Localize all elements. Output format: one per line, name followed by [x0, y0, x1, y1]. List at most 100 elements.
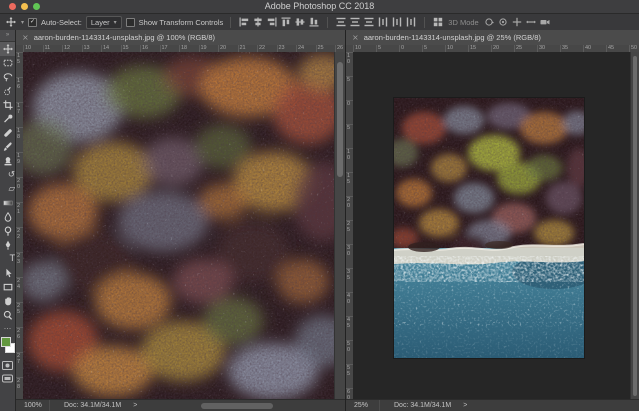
- options-bar: ▾ ✓ Auto-Select: Layer ▾ Show Transform …: [0, 14, 639, 31]
- close-tab-icon[interactable]: ×: [22, 34, 29, 42]
- close-tab-icon[interactable]: ×: [352, 34, 359, 42]
- ruler-number: 27: [16, 352, 23, 377]
- edit-toolbar-ellipsis[interactable]: …: [0, 322, 15, 333]
- zoom-level-field[interactable]: 100%: [16, 400, 50, 411]
- title-bar: Adobe Photoshop CC 2018: [0, 0, 639, 14]
- document-pane-100: × aaron-burden-1143314-unsplash.jpg @ 10…: [16, 30, 346, 411]
- icon-align-right-edges[interactable]: [266, 16, 278, 28]
- tool-clone-stamp[interactable]: [0, 154, 15, 168]
- status-chevron-icon[interactable]: >: [121, 402, 137, 409]
- tool-quick-selection[interactable]: [0, 84, 15, 98]
- ruler-number: 20: [218, 45, 238, 52]
- distribute-spacing-icon[interactable]: [432, 16, 444, 28]
- ruler-number: 20: [16, 177, 23, 202]
- icon-distribute-bottom-edges[interactable]: [363, 16, 375, 28]
- ruler-number: 19: [199, 45, 219, 52]
- document-canvas-25[interactable]: [353, 52, 631, 400]
- tool-gradient[interactable]: [0, 196, 15, 210]
- ruler-number: 24: [16, 277, 23, 302]
- tool-history-brush[interactable]: ↺: [0, 168, 15, 182]
- ruler-number: 25: [316, 45, 336, 52]
- foreground-color-swatch[interactable]: [1, 337, 11, 347]
- ruler-number: 15: [346, 172, 353, 196]
- icon-3d-pan[interactable]: [511, 16, 523, 28]
- color-swatches: [0, 335, 15, 359]
- icon-3d-roll[interactable]: [497, 16, 509, 28]
- tool-path-selection[interactable]: [0, 266, 15, 280]
- ruler-number: 23: [277, 45, 297, 52]
- tool-lasso[interactable]: [0, 70, 15, 84]
- ruler-number: 22: [257, 45, 277, 52]
- ruler-number: 20: [491, 45, 514, 52]
- tool-rectangular-marquee[interactable]: [0, 56, 15, 70]
- ruler-number: 16: [140, 45, 160, 52]
- tool-eraser[interactable]: ▱: [0, 182, 15, 196]
- icon-distribute-right-edges[interactable]: [405, 16, 417, 28]
- options-separator: [424, 17, 425, 28]
- ruler-number: 24: [296, 45, 316, 52]
- zoom-level-field[interactable]: 25%: [346, 400, 380, 411]
- icon-distribute-left-edges[interactable]: [377, 16, 389, 28]
- icon-distribute-vertical-centers[interactable]: [349, 16, 361, 28]
- horizontal-scrollbar-thumb[interactable]: [201, 403, 273, 409]
- tool-crop[interactable]: [0, 98, 15, 112]
- status-chevron-icon[interactable]: >: [451, 402, 467, 409]
- tool-spot-healing-brush[interactable]: [0, 126, 15, 140]
- ruler-number: 11: [43, 45, 63, 52]
- photo-forest-lake-25: [394, 98, 584, 358]
- icon-align-bottom-edges[interactable]: [308, 16, 320, 28]
- ruler-number: 55: [346, 364, 353, 388]
- ruler-number: 45: [346, 316, 353, 340]
- tool-brush[interactable]: [0, 140, 15, 154]
- tools-panel-collapse[interactable]: »: [0, 30, 15, 42]
- icon-align-top-edges[interactable]: [280, 16, 292, 28]
- tools-panel: » ↺▱ T …: [0, 30, 16, 411]
- tool-type[interactable]: T: [0, 252, 15, 266]
- quick-mask-button[interactable]: [0, 359, 15, 372]
- tool-eyedropper[interactable]: [0, 112, 15, 126]
- ruler-number: 17: [16, 102, 23, 127]
- tool-blur[interactable]: [0, 210, 15, 224]
- document-pane-25: × aaron-burden-1143314-unsplash.jpg @ 25…: [346, 30, 639, 411]
- ruler-number: 19: [16, 152, 23, 177]
- ruler-number: 5: [346, 124, 353, 148]
- tool-pen[interactable]: [0, 238, 15, 252]
- tool-preset-caret-icon[interactable]: ▾: [21, 19, 24, 26]
- document-canvas-100[interactable]: [23, 52, 335, 400]
- ruler-number: 12: [62, 45, 82, 52]
- document-tab-100[interactable]: × aaron-burden-1143314-unsplash.jpg @ 10…: [16, 30, 345, 46]
- document-tab-25[interactable]: × aaron-burden-1143314-unsplash.jpg @ 25…: [346, 30, 639, 46]
- icon-align-left-edges[interactable]: [238, 16, 250, 28]
- tool-zoom[interactable]: [0, 308, 15, 322]
- vertical-scrollbar[interactable]: [334, 52, 345, 400]
- ruler-number: 35: [560, 45, 583, 52]
- ruler-number: 0: [346, 100, 353, 124]
- ruler-number: 21: [238, 45, 258, 52]
- show-transform-checkbox[interactable]: [126, 18, 135, 27]
- icon-align-vertical-centers[interactable]: [294, 16, 306, 28]
- tool-dodge[interactable]: [0, 224, 15, 238]
- ruler-number: 35: [346, 268, 353, 292]
- vertical-scrollbar-thumb[interactable]: [633, 56, 637, 396]
- icon-distribute-horizontal-centers[interactable]: [391, 16, 403, 28]
- ruler-number: 15: [16, 52, 23, 77]
- tool-rectangle-shape[interactable]: [0, 280, 15, 294]
- auto-select-checkbox[interactable]: ✓: [28, 18, 37, 27]
- tool-hand[interactable]: [0, 294, 15, 308]
- screen-mode-button[interactable]: [0, 372, 15, 385]
- ruler-number: 10: [445, 45, 468, 52]
- icon-3d-slide[interactable]: [525, 16, 537, 28]
- icon-distribute-top-edges[interactable]: [335, 16, 347, 28]
- ruler-number: 5: [346, 76, 353, 100]
- vertical-scrollbar[interactable]: [630, 52, 639, 400]
- auto-select-target-dropdown[interactable]: Layer ▾: [86, 16, 122, 29]
- icon-3d-orbit[interactable]: [483, 16, 495, 28]
- vertical-scrollbar-thumb[interactable]: [337, 62, 343, 177]
- icon-align-horizontal-centers[interactable]: [252, 16, 264, 28]
- ruler-number: 18: [179, 45, 199, 52]
- tool-move[interactable]: [0, 42, 15, 56]
- ruler-number: 50: [346, 340, 353, 364]
- document-size-readout: Doc: 34.1M/34.1M: [50, 400, 121, 411]
- align-icon-group: [238, 16, 320, 28]
- icon-3d-zoom[interactable]: [539, 16, 551, 28]
